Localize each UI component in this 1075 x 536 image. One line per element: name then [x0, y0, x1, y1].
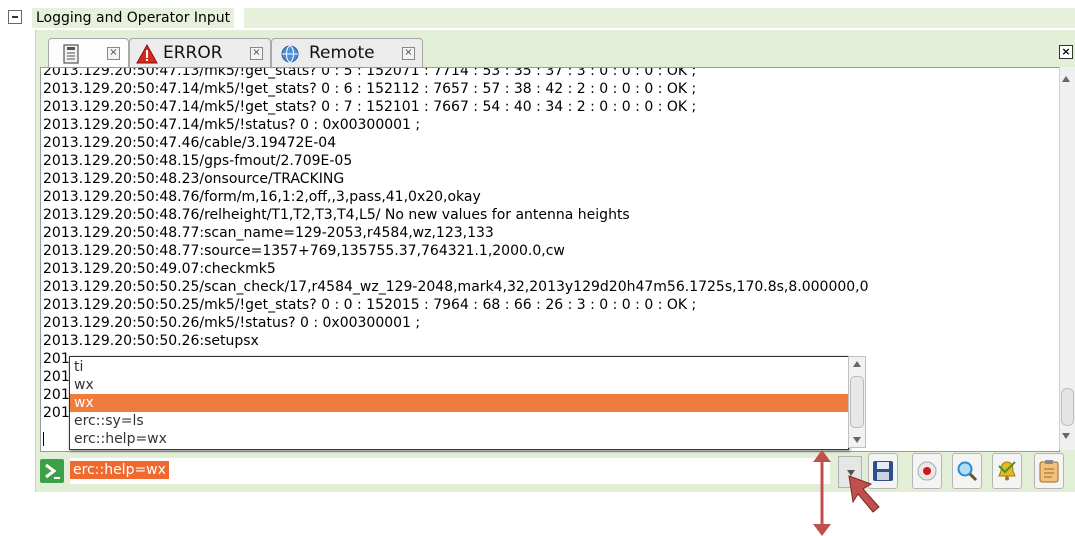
tab-error-label: ERROR — [163, 43, 223, 63]
pointer-arrow-icon — [845, 472, 885, 516]
log-line: 2013.129.20:50:48.77:scan_name=129-2053,… — [43, 225, 494, 241]
scroll-down-icon[interactable] — [852, 436, 862, 444]
log-line: 2013.129.20:50:47.14/mk5/!get_stats? 0 :… — [43, 81, 697, 97]
log-line: 2013.129.20:50:50.26:setupsx — [43, 333, 259, 349]
log-line: 2013.129.20:50:50.25/mk5/!get_stats? 0 :… — [43, 297, 697, 313]
log-line: 201 — [43, 405, 70, 421]
autocomplete-item[interactable]: ti — [70, 358, 848, 376]
bell-icon — [996, 460, 1018, 482]
text-cursor — [43, 432, 44, 446]
globe-icon — [280, 44, 300, 64]
log-line: 2013.129.20:50:48.15/gps-fmout/2.709E-05 — [43, 153, 353, 169]
close-icon[interactable]: × — [250, 47, 263, 60]
autocomplete-scroll-thumb[interactable] — [850, 376, 864, 428]
autocomplete-item[interactable]: wx — [70, 376, 848, 394]
search-button[interactable] — [952, 453, 982, 489]
log-line: 2013.129.20:50:48.76/form/m,16,1:2,off,,… — [43, 189, 481, 205]
resize-arrow-icon — [811, 450, 833, 536]
scroll-up-icon[interactable] — [852, 360, 862, 368]
log-line: 2013.129.20:50:48.76/relheight/T1,T2,T3,… — [43, 207, 630, 223]
tab-remote-label: Remote — [309, 43, 375, 63]
log-line: 2013.129.20:50:48.23/onsource/TRACKING — [43, 171, 345, 187]
tab-error[interactable]: ERROR × — [129, 38, 271, 69]
record-button[interactable] — [912, 453, 942, 489]
magnifier-icon — [956, 460, 978, 482]
log-line: 201 — [43, 387, 70, 403]
log-line: 2013.129.20:50:47.14/mk5/!status? 0 : 0x… — [43, 117, 421, 133]
clipboard-icon — [1038, 459, 1060, 483]
log-line: 2013.129.20:50:47.13/mk5/!get_stats? 0 :… — [43, 67, 697, 79]
log-scroll-thumb[interactable] — [1061, 388, 1074, 426]
scroll-up-icon[interactable] — [1061, 75, 1071, 83]
log-line: 2013.129.20:50:47.46/cable/3.19472E-04 — [43, 135, 337, 151]
clipboard-button[interactable] — [1034, 453, 1064, 489]
tab-log[interactable]: × — [48, 38, 129, 69]
log-line: 2013.129.20:50:50.26/mk5/!status? 0 : 0x… — [43, 315, 421, 331]
autocomplete-item[interactable]: erc::help=wx — [70, 430, 848, 448]
autocomplete-item-selected[interactable]: wx — [70, 394, 848, 412]
prompt-icon — [40, 459, 64, 483]
close-icon[interactable]: × — [107, 47, 120, 60]
log-line: 201 — [43, 369, 70, 385]
alarm-button[interactable] — [992, 453, 1022, 489]
log-line: 2013.129.20:50:50.25/scan_check/17,r4584… — [43, 279, 869, 295]
tab-remote[interactable]: Remote × — [271, 38, 423, 69]
log-line: 201 — [43, 351, 70, 367]
close-icon[interactable]: × — [402, 47, 415, 60]
panel-close-icon[interactable]: × — [1059, 45, 1073, 59]
record-icon — [916, 460, 938, 482]
log-line: 2013.129.20:50:48.77:source=1357+769,135… — [43, 243, 565, 259]
scroll-down-icon[interactable] — [1061, 432, 1071, 440]
command-input[interactable] — [70, 458, 830, 484]
collapse-toggle[interactable] — [8, 10, 22, 24]
autocomplete-list[interactable]: ti wx wx erc::sy=ls erc::help=wx — [69, 356, 849, 450]
group-header-bar — [244, 8, 1075, 28]
document-icon — [63, 44, 79, 64]
log-line: 2013.129.20:50:49.07:checkmk5 — [43, 261, 276, 277]
autocomplete-item[interactable]: erc::sy=ls — [70, 412, 848, 430]
command-input-value: erc::help=wx — [70, 461, 169, 479]
warning-icon — [136, 44, 158, 64]
group-title: Logging and Operator Input — [32, 8, 235, 28]
log-line: 2013.129.20:50:47.14/mk5/!get_stats? 0 :… — [43, 99, 697, 115]
